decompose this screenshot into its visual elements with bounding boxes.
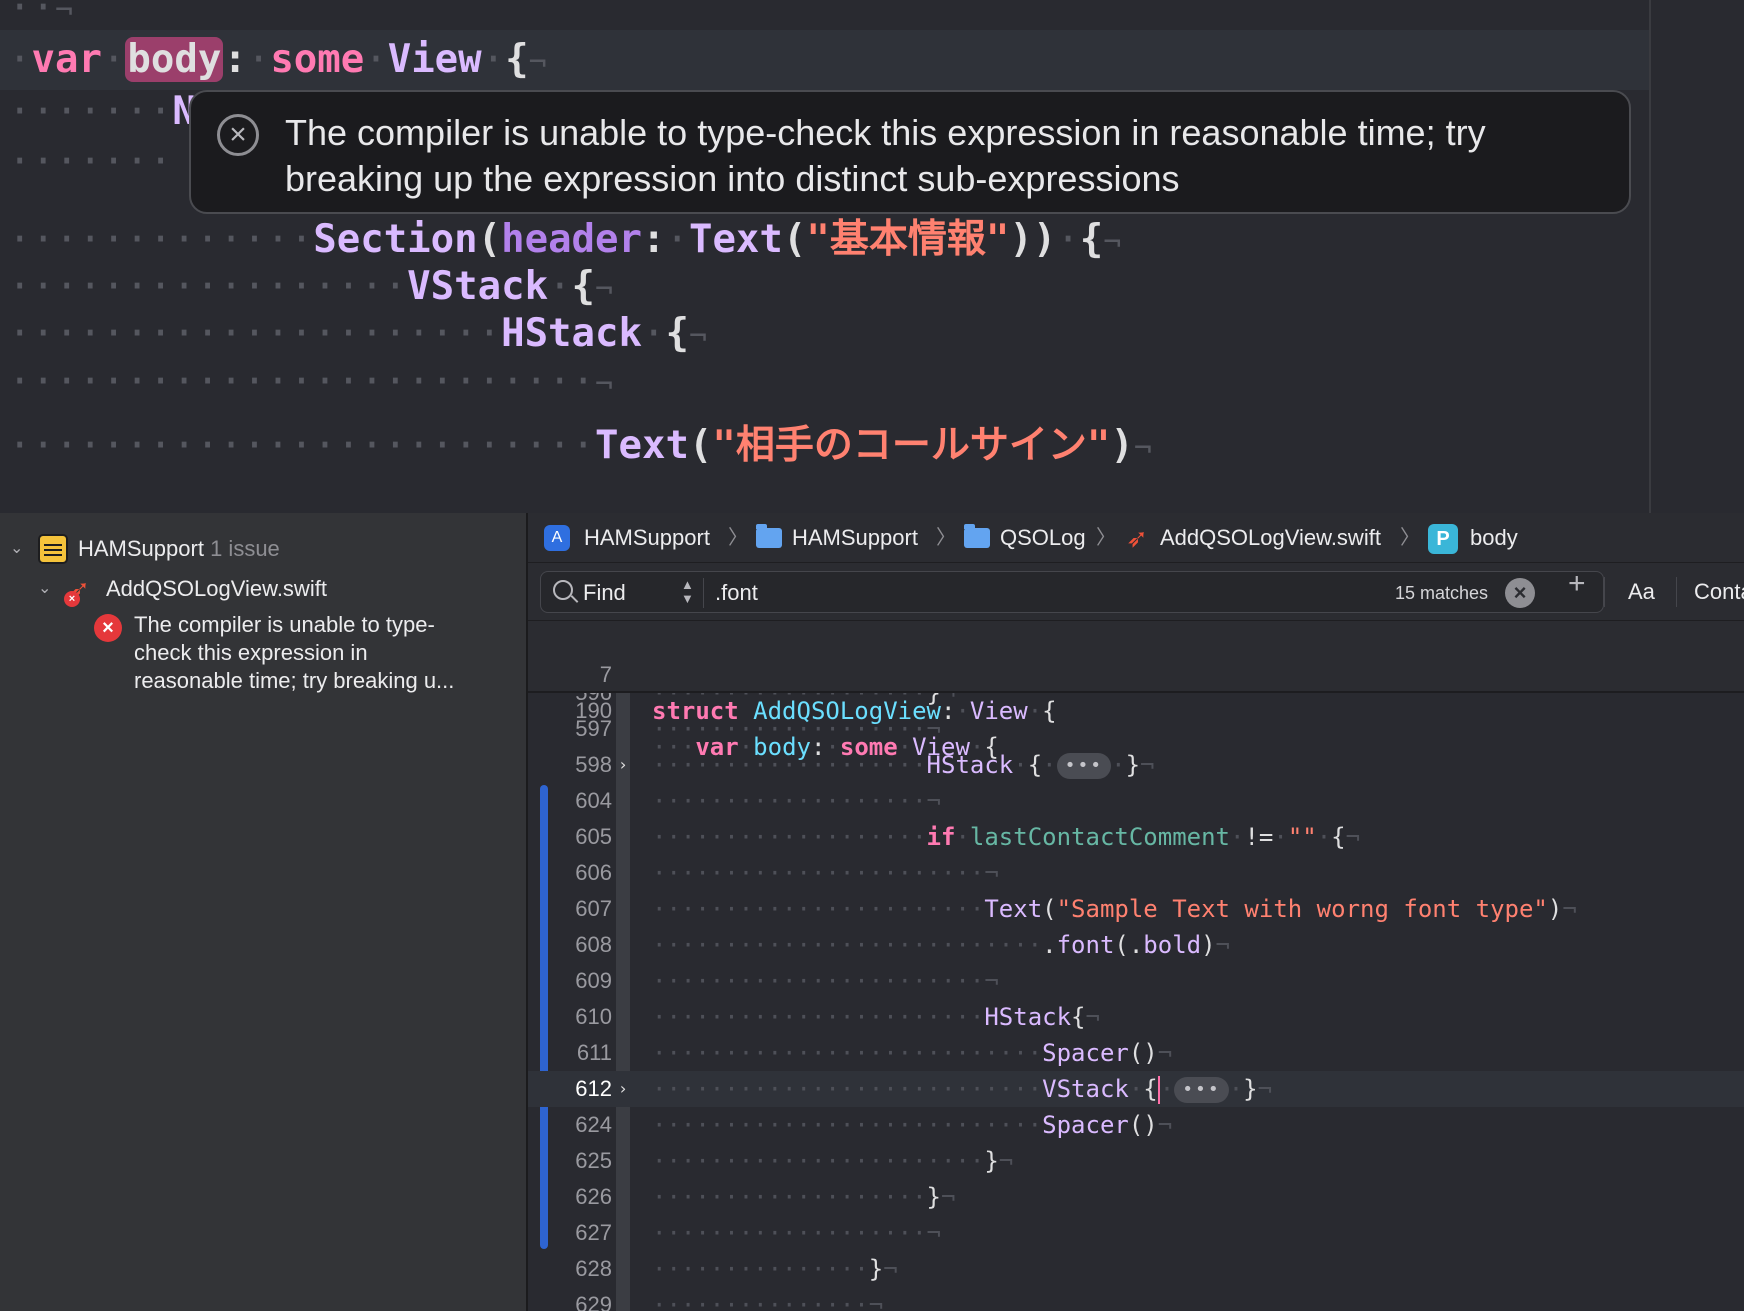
find-mode-menu[interactable]: Find xyxy=(583,572,626,614)
chevron-right-icon: 〉 xyxy=(1400,527,1420,549)
error-icon: × xyxy=(94,614,122,642)
code-line[interactable]: 611 ···························Spacer()¬ xyxy=(528,1035,1744,1071)
code-line[interactable]: 625 ·······················}¬ xyxy=(528,1143,1744,1179)
close-circle-icon[interactable]: × xyxy=(217,114,259,156)
breadcrumb-group[interactable]: HAMSupport xyxy=(792,513,918,563)
zoomed-editor: ··¬ ·var·body:·some·View·{¬ ·······Na ··… xyxy=(0,0,1744,513)
code-line[interactable]: 607 ·······················Text("Sample T… xyxy=(528,891,1744,927)
folder-icon xyxy=(756,524,782,548)
chevron-down-icon[interactable]: ⌄ xyxy=(38,571,51,607)
code-line[interactable]: 605 ···················if·lastContactComm… xyxy=(528,819,1744,855)
chevron-down-icon[interactable]: ⌄ xyxy=(10,531,23,567)
code-line-text[interactable]: ·························Text("相手のコールサイン… xyxy=(8,416,1152,476)
divider xyxy=(1604,577,1605,607)
code-line[interactable]: 624 ···························Spacer()¬ xyxy=(528,1107,1744,1143)
updown-chevron-icon[interactable]: ▲ ▼ xyxy=(681,578,694,606)
chevron-right-icon: 〉 xyxy=(1096,527,1116,549)
issue-message: The compiler is unable to type- check th… xyxy=(134,612,455,693)
code-line[interactable]: 604 ···················¬ xyxy=(528,783,1744,819)
app-project-icon: A xyxy=(544,525,570,551)
match-count: 15 matches xyxy=(1395,583,1489,603)
add-pattern-button[interactable]: + xyxy=(1568,567,1586,601)
issue-navigator: ⌄ HAMSupport 1 issue ⌄ ➶ × AddQSOLogView… xyxy=(0,513,526,1311)
code-line[interactable]: 596···················}¬ xyxy=(528,693,1744,711)
tooltip-message: The compiler is unable to type-check thi… xyxy=(285,112,1486,199)
sticky-line-body[interactable]: 190 ···var·body:·some·View·{ xyxy=(528,657,1744,761)
sticky-scope-header: 7 struct AddQSOLogView:·View·{ 190 ···va… xyxy=(528,621,1744,761)
code-line[interactable]: 629 ···············¬ xyxy=(528,1287,1744,1311)
divider xyxy=(1676,577,1677,607)
divider xyxy=(703,578,704,608)
highlighted-symbol[interactable]: body xyxy=(125,37,224,82)
find-field: Find ▲▼ 15 matches × xyxy=(540,571,1604,613)
swift-file-icon: ➶ xyxy=(1126,523,1148,553)
chevron-right-icon: 〉 xyxy=(936,527,956,549)
code-line-body-declaration[interactable]: ·var·body:·some·View·{¬ xyxy=(0,30,1649,90)
code-line[interactable]: 610 ·······················HStack{¬ xyxy=(528,999,1744,1035)
code-line[interactable]: 626 ···················}¬ xyxy=(528,1179,1744,1215)
file-name: AddQSOLogView.swift xyxy=(106,576,327,601)
match-case-button[interactable]: Aa xyxy=(1628,563,1655,621)
folded-code-button[interactable]: ••• xyxy=(1174,1077,1229,1103)
editor-divider xyxy=(1649,0,1651,513)
fold-chevron-icon[interactable]: › xyxy=(616,747,630,783)
jump-bar: A HAMSupport 〉 HAMSupport 〉 QSOLog 〉 ➶ A… xyxy=(528,513,1744,563)
breadcrumb-file[interactable]: AddQSOLogView.swift xyxy=(1160,513,1381,563)
code-line[interactable]: 597 ···················¬ xyxy=(528,711,1744,747)
code-line[interactable]: 627 ···················¬ xyxy=(528,1215,1744,1251)
issue-item[interactable]: × The compiler is unable to type- check … xyxy=(0,611,526,707)
folded-code-button[interactable]: ••• xyxy=(1056,753,1112,779)
property-icon: P xyxy=(1428,524,1458,554)
contains-menu-button[interactable]: Contai xyxy=(1694,563,1744,621)
code-line[interactable]: ·························¬ xyxy=(8,352,613,412)
folder-icon xyxy=(964,524,990,548)
issue-count: 1 issue xyxy=(210,536,280,561)
code-line[interactable]: ······· xyxy=(8,132,172,192)
sticky-line-struct[interactable]: 7 struct AddQSOLogView:·View·{ xyxy=(528,621,1744,725)
code-line[interactable]: 608 ···························.font(.bol… xyxy=(528,927,1744,963)
find-bar: Find ▲▼ 15 matches × + Aa Contai xyxy=(528,563,1744,621)
code-area[interactable]: 596···················}¬ 597············… xyxy=(528,693,1744,1311)
code-line-current[interactable]: 612 › ···························VStack·{·… xyxy=(528,1071,1744,1107)
chevron-right-icon: 〉 xyxy=(728,527,748,549)
search-icon xyxy=(553,580,573,600)
code-line[interactable]: 609 ·······················¬ xyxy=(528,963,1744,999)
project-icon xyxy=(38,534,68,564)
find-input[interactable] xyxy=(715,576,1275,610)
fold-chevron-icon[interactable]: › xyxy=(616,1071,630,1107)
breadcrumb-project[interactable]: HAMSupport xyxy=(584,513,710,563)
error-badge-icon: × xyxy=(64,591,80,607)
issue-file-row[interactable]: ⌄ ➶ × AddQSOLogView.swift xyxy=(0,571,526,607)
source-editor: A HAMSupport 〉 HAMSupport 〉 QSOLog 〉 ➶ A… xyxy=(526,513,1744,1311)
issue-project-row[interactable]: ⌄ HAMSupport 1 issue xyxy=(0,531,526,567)
code-line[interactable]: 598 › ···················HStack·{· ••• ·}¬ xyxy=(528,747,1744,783)
error-tooltip: × The compiler is unable to type-check t… xyxy=(189,90,1631,214)
code-line[interactable]: 606 ·······················¬ xyxy=(528,855,1744,891)
breadcrumb-folder[interactable]: QSOLog xyxy=(1000,513,1086,563)
breadcrumb-symbol[interactable]: body xyxy=(1470,513,1518,563)
project-name: HAMSupport xyxy=(78,536,204,561)
code-line[interactable]: 628 ···············}¬ xyxy=(528,1251,1744,1287)
clear-search-button[interactable]: × xyxy=(1505,578,1535,608)
